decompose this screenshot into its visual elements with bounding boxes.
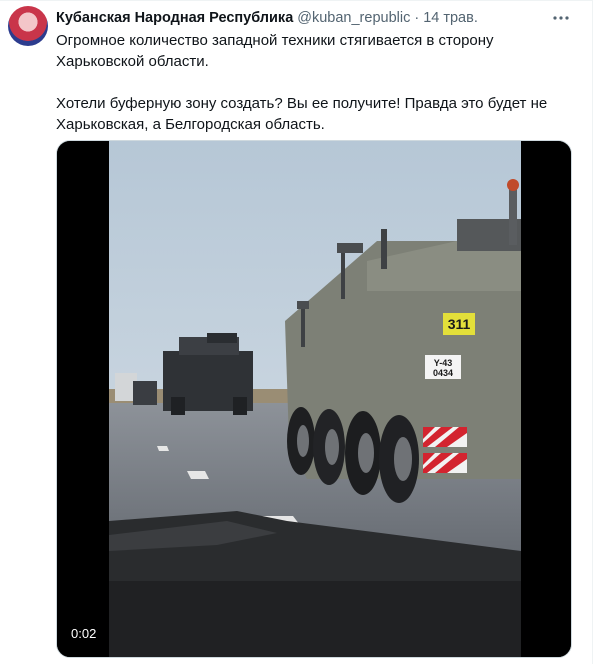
author-name[interactable]: Кубанская Народная Республика	[56, 10, 293, 26]
tweet-header: Кубанская Народная Республика @kuban_repu…	[56, 8, 553, 28]
tweet-timestamp[interactable]: 14 трав.	[423, 10, 478, 26]
separator-dot: ·	[414, 10, 420, 26]
video-frame: 311 Y-43 0434	[57, 141, 571, 657]
plate-line-1: Y-43	[434, 358, 453, 368]
plate-line-2: 0434	[433, 368, 453, 378]
tweet-text-paragraph-2: Хотели буферную зону создать? Вы ее полу…	[56, 95, 548, 133]
tweet-text-paragraph-1: Огромное количество западной техники стя…	[56, 32, 494, 70]
vehicle-number: 311	[448, 316, 471, 332]
more-horizontal-icon[interactable]	[551, 8, 571, 28]
tweet[interactable]: Кубанская Народная Республика @kuban_repu…	[0, 0, 593, 664]
author-handle[interactable]: @kuban_republic	[297, 10, 410, 26]
tweet-text: Огромное количество западной техники стя…	[56, 30, 566, 135]
video-player[interactable]: 311 Y-43 0434 0:02	[56, 140, 572, 658]
avatar[interactable]	[8, 6, 48, 46]
video-duration: 0:02	[67, 625, 101, 643]
